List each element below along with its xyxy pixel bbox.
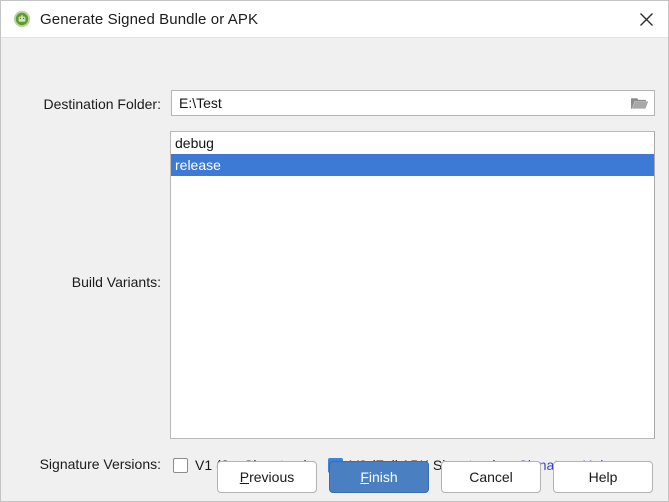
list-item[interactable]: release <box>171 154 654 176</box>
cancel-label: Cancel <box>469 468 513 485</box>
build-variants-label: Build Variants: <box>71 274 161 290</box>
finish-label-mnemonic: F <box>360 468 369 485</box>
android-studio-icon <box>13 10 31 28</box>
finish-label-post: inish <box>368 468 398 485</box>
destination-folder-input[interactable]: E:\Test <box>172 95 624 111</box>
destination-folder-field[interactable]: E:\Test <box>171 90 655 116</box>
cancel-button[interactable]: Cancel <box>441 460 541 493</box>
close-icon[interactable] <box>624 1 668 37</box>
previous-label-mnemonic: P <box>239 468 250 485</box>
folder-open-icon[interactable] <box>624 91 654 115</box>
title-bar: Generate Signed Bundle or APK <box>1 1 668 38</box>
dialog-title: Generate Signed Bundle or APK <box>40 10 259 28</box>
help-label: Help <box>588 468 618 485</box>
list-item[interactable]: debug <box>171 132 654 154</box>
previous-button[interactable]: Previous <box>217 460 317 493</box>
dialog-content: Destination Folder: E:\Test Build Varian… <box>1 38 668 501</box>
finish-button[interactable]: Finish <box>329 460 429 493</box>
dialog-footer: Previous Finish Cancel Help <box>1 452 668 501</box>
previous-label-post: revious <box>249 468 295 485</box>
generate-signed-bundle-dialog: Generate Signed Bundle or APK Destinatio… <box>0 0 669 502</box>
destination-folder-label: Destination Folder: <box>43 96 161 112</box>
build-variants-list[interactable]: debug release <box>170 131 655 439</box>
help-button[interactable]: Help <box>553 460 653 493</box>
